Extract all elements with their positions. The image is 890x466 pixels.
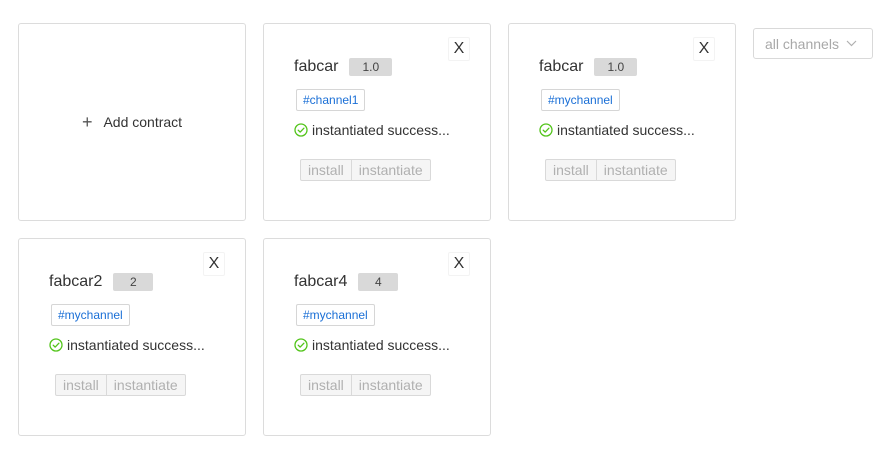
contract-header: fabcar2 2: [49, 273, 154, 291]
version-badge: 1.0: [349, 58, 393, 76]
status-row: instantiated success...: [49, 337, 205, 353]
close-icon[interactable]: X: [448, 37, 470, 61]
check-circle-icon: [294, 338, 308, 352]
instantiate-button[interactable]: instantiate: [595, 160, 675, 180]
status-row: instantiated success...: [294, 337, 450, 353]
instantiate-button[interactable]: instantiate: [350, 375, 430, 395]
channel-tag[interactable]: #mychannel: [296, 304, 375, 326]
channel-filter-value: all channels: [765, 35, 839, 52]
contract-header: fabcar 1.0: [539, 58, 638, 76]
install-button[interactable]: install: [301, 375, 351, 395]
instantiate-button[interactable]: instantiate: [105, 375, 185, 395]
close-icon[interactable]: X: [448, 252, 470, 276]
close-icon[interactable]: X: [693, 37, 715, 61]
status-row: instantiated success...: [294, 122, 450, 138]
channel-tag[interactable]: #mychannel: [541, 89, 620, 111]
action-button-group: install instantiate: [300, 374, 431, 396]
status-text: instantiated success...: [557, 122, 695, 138]
instantiate-button[interactable]: instantiate: [350, 160, 430, 180]
install-button[interactable]: install: [546, 160, 596, 180]
check-circle-icon: [49, 338, 63, 352]
contract-name: fabcar2: [49, 273, 103, 290]
version-badge: 4: [358, 273, 399, 291]
version-badge: 1.0: [594, 58, 638, 76]
install-button[interactable]: install: [301, 160, 351, 180]
contract-header: fabcar 1.0: [294, 58, 393, 76]
version-badge: 2: [113, 273, 154, 291]
install-button[interactable]: install: [56, 375, 106, 395]
status-row: instantiated success...: [539, 122, 695, 138]
contract-card: X fabcar4 4 #mychannel instantiated succ…: [263, 238, 491, 436]
check-circle-icon: [539, 123, 553, 137]
status-text: instantiated success...: [312, 122, 450, 138]
action-button-group: install instantiate: [545, 159, 676, 181]
close-icon[interactable]: X: [203, 252, 225, 276]
contract-header: fabcar4 4: [294, 273, 399, 291]
plus-icon: +: [81, 112, 93, 132]
contract-card: X fabcar 1.0 #channel1 instantiated succ…: [263, 23, 491, 221]
channel-tag[interactable]: #mychannel: [51, 304, 130, 326]
action-button-group: install instantiate: [300, 159, 431, 181]
contract-card: X fabcar2 2 #mychannel instantiated succ…: [18, 238, 246, 436]
add-contract-card[interactable]: + Add contract: [18, 23, 246, 221]
contract-card: X fabcar 1.0 #mychannel instantiated suc…: [508, 23, 736, 221]
channel-tag[interactable]: #channel1: [296, 89, 366, 111]
contract-name: fabcar: [539, 58, 584, 75]
status-text: instantiated success...: [67, 337, 205, 353]
action-button-group: install instantiate: [55, 374, 186, 396]
status-text: instantiated success...: [312, 337, 450, 353]
add-contract-label: Add contract: [103, 114, 183, 130]
check-circle-icon: [294, 123, 308, 137]
chevron-down-icon: [846, 40, 857, 47]
channel-filter-select[interactable]: all channels: [753, 28, 873, 59]
contract-name: fabcar: [294, 58, 339, 75]
contract-name: fabcar4: [294, 273, 348, 290]
